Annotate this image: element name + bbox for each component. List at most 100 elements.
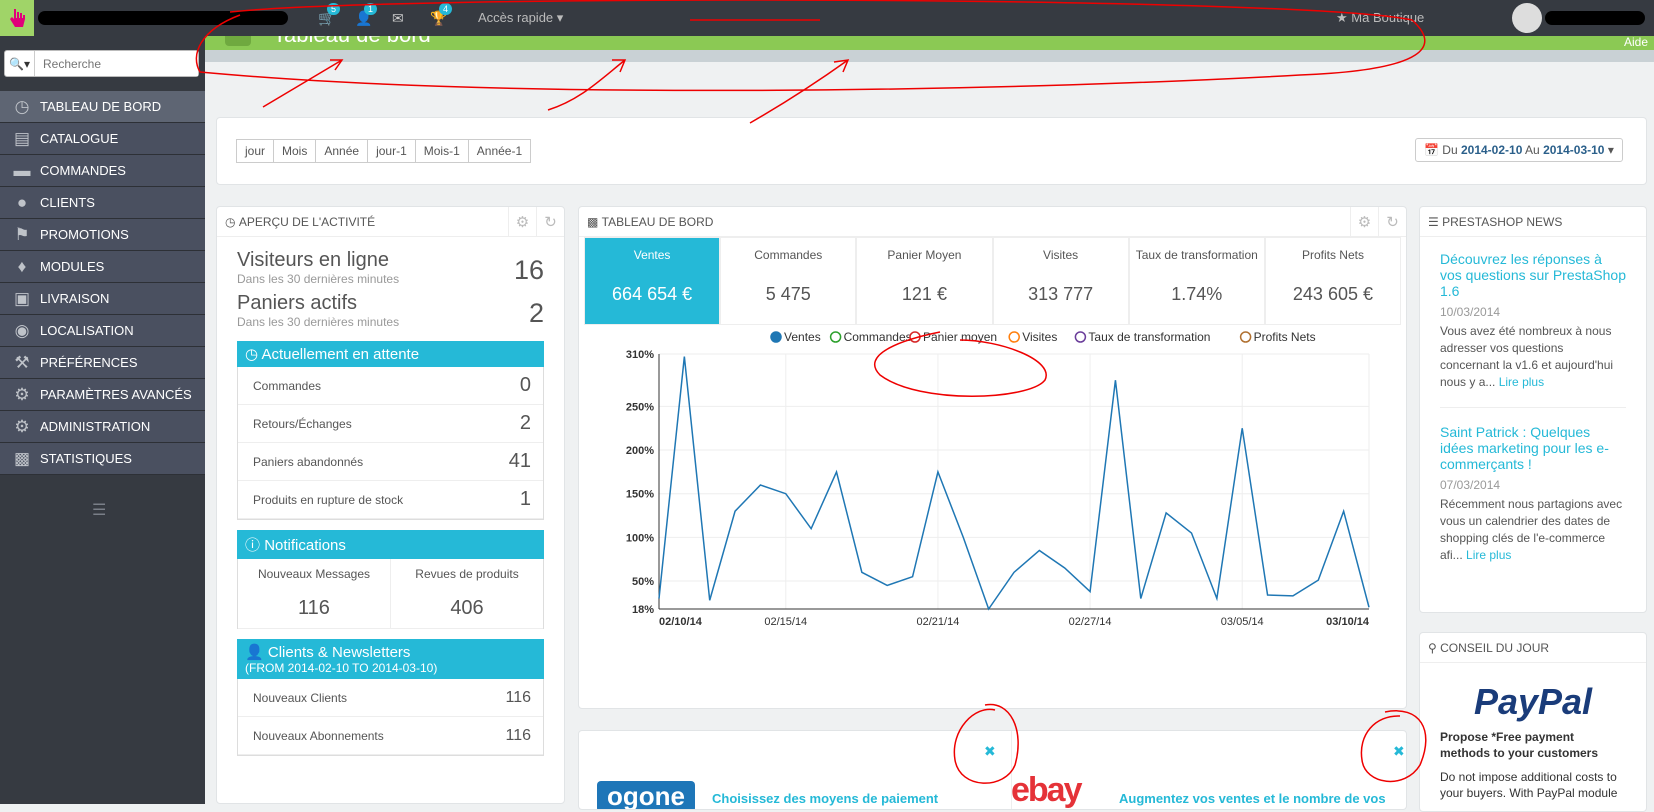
customers-badge: 1: [364, 3, 378, 15]
ogone-logo: ogone: [597, 781, 695, 809]
sidebar-item-catalog[interactable]: ▤ CATALOGUE: [0, 123, 205, 155]
legend-label: Taux de transformation: [1088, 330, 1210, 344]
header-shadow: [205, 50, 1654, 62]
ebay-brand: ebay: [1011, 771, 1082, 809]
activity-title: APERÇU DE L'ACTIVITÉ: [238, 214, 376, 229]
date-to: 2014-03-10: [1543, 143, 1605, 157]
date-from-label: Du: [1442, 143, 1458, 157]
dashboard-panel-header: ▩ TABLEAU DE BORD ⚙ ↻: [579, 207, 1406, 237]
list-item[interactable]: Nouveaux Abonnements 116: [238, 717, 543, 755]
kpi-value: 5 475: [765, 284, 811, 304]
kpi-label: Ventes: [633, 248, 671, 262]
sidebar-item-preferences[interactable]: ⚒ PRÉFÉRENCES: [0, 347, 205, 379]
tip-title: CONSEIL DU JOUR: [1440, 640, 1550, 655]
kpi-average-cart[interactable]: Panier Moyen 121 €: [856, 237, 993, 325]
user-icon[interactable]: 👤 1: [355, 3, 378, 27]
clock-icon: ◷: [225, 214, 239, 229]
search-box: 🔍▾: [4, 50, 199, 77]
date-from: 2014-02-10: [1460, 143, 1523, 157]
gear-icon[interactable]: ⚙: [508, 207, 536, 236]
close-icon[interactable]: ✖: [1393, 743, 1405, 760]
kpi-sales[interactable]: Ventes 664 654 €: [584, 237, 721, 325]
prestashop-logo[interactable]: [0, 0, 34, 36]
range-prev-year-button[interactable]: Année-1: [467, 139, 532, 163]
news-item: Découvrez les réponses à vos questions s…: [1420, 237, 1646, 391]
kpi-net-profit[interactable]: Profits Nets 243 605 €: [1264, 237, 1402, 325]
range-prev-day-button[interactable]: jour-1: [367, 139, 416, 163]
notifications-grid: Nouveaux Messages 116 Revues de produits 4…: [237, 559, 544, 629]
sidebar-item-shipping[interactable]: ▣ LIVRAISON: [0, 283, 205, 315]
news-link[interactable]: Découvrez les réponses à vos questions s…: [1440, 251, 1626, 299]
page-title: Tableau de bord: [273, 36, 431, 48]
range-month-button[interactable]: Mois: [273, 139, 317, 163]
date-picker-button[interactable]: 📅 Du 2014-02-10 Au 2014-03-10 ▾: [1415, 138, 1623, 162]
reviews-value: 406: [450, 597, 484, 619]
list-item[interactable]: Commandes 0: [238, 367, 543, 405]
search-input[interactable]: [35, 51, 198, 76]
refresh-icon[interactable]: ↻: [536, 207, 564, 236]
list-item[interactable]: Produits en rupture de stock 1: [238, 481, 543, 519]
sidebar-item-label: LIVRAISON: [40, 291, 110, 306]
sidebar-item-modules[interactable]: ♦ MODULES: [0, 251, 205, 283]
new-messages[interactable]: Nouveaux Messages 116: [238, 559, 391, 629]
pending-list: Commandes 0 Retours/Échanges 2 Paniers aba…: [237, 367, 544, 520]
bar-chart-icon: ▩: [587, 214, 602, 229]
sidebar-item-label: LOCALISATION: [40, 323, 134, 338]
cart-icon[interactable]: 🛒 5: [318, 3, 341, 27]
read-more-link[interactable]: Lire plus: [1499, 375, 1544, 389]
sidebar-item-customers[interactable]: ● CLIENTS: [0, 187, 205, 219]
product-reviews[interactable]: Revues de produits 406: [391, 559, 543, 629]
news-item: Saint Patrick : Quelques idées marketing…: [1420, 408, 1646, 564]
list-item[interactable]: Paniers abandonnés 41: [238, 443, 543, 481]
pending-label: Paniers abandonnés: [253, 454, 364, 469]
quick-access-menu[interactable]: Accès rapide ▾: [478, 10, 563, 26]
list-item[interactable]: Nouveaux Clients 116: [238, 679, 543, 717]
kpi-value: 313 777: [1028, 284, 1094, 304]
close-icon[interactable]: ✖: [984, 743, 996, 760]
sidebar-item-administration[interactable]: ⚙ ADMINISTRATION: [0, 411, 205, 443]
tip-panel: ⚲ CONSEIL DU JOUR PayPal Propose *Free p…: [1419, 632, 1647, 812]
list-item[interactable]: Retours/Échanges 2: [238, 405, 543, 443]
collapse-menu-icon[interactable]: ☰: [92, 500, 106, 520]
refresh-icon[interactable]: ↻: [1378, 207, 1406, 236]
clock-icon: ◷: [245, 346, 259, 363]
x-tick-label: 02/15/14: [764, 616, 807, 628]
paypal-logo: PayPal: [1473, 681, 1593, 722]
redacted-username: [1545, 11, 1645, 25]
sidebar-item-label: PRÉFÉRENCES: [40, 355, 138, 370]
search-icon[interactable]: 🔍▾: [5, 51, 35, 76]
clients-list: Nouveaux Clients 116 Nouveaux Abonnements…: [237, 679, 544, 756]
read-more-link[interactable]: Lire plus: [1466, 548, 1511, 562]
news-link[interactable]: Saint Patrick : Quelques idées marketing…: [1440, 424, 1626, 472]
kpi-orders[interactable]: Commandes 5 475: [720, 237, 857, 325]
help-link[interactable]: Aide: [1624, 36, 1648, 49]
sidebar-item-orders[interactable]: ▬ COMMANDES: [0, 155, 205, 187]
sidebar-item-advanced-params[interactable]: ⚙ PARAMÈTRES AVANCÉS: [0, 379, 205, 411]
range-day-button[interactable]: jour: [236, 139, 275, 163]
trophy-icon[interactable]: 🏆 4: [430, 3, 453, 27]
sidebar-item-dashboard[interactable]: ◷ TABLEAU DE BORD: [0, 91, 205, 123]
range-prev-month-button[interactable]: Mois-1: [414, 139, 469, 163]
hand-icon: [10, 9, 25, 27]
kpi-visits[interactable]: Visites 313 777: [992, 237, 1129, 325]
legend-marker: [770, 331, 782, 343]
y-tick-label: 18%: [632, 604, 654, 616]
sidebar-item-label: PARAMÈTRES AVANCÉS: [40, 387, 192, 402]
envelope-icon[interactable]: ✉: [392, 10, 404, 27]
clients-range: (FROM 2014-02-10 TO 2014-03-10): [245, 661, 438, 675]
kpi-conversion[interactable]: Taux de transformation 1.74%: [1128, 237, 1265, 325]
y-tick-label: 150%: [626, 489, 654, 501]
sidebar-item-stats[interactable]: ▩ STATISTIQUES: [0, 443, 205, 475]
news-panel-header: ☰ PRESTASHOP NEWS: [1420, 207, 1646, 237]
carts-sub: Dans les 30 dernières minutes: [237, 315, 400, 329]
sidebar-item-promotions[interactable]: ⚑ PROMOTIONS: [0, 219, 205, 251]
kpi-label: Profits Nets: [1301, 248, 1364, 262]
range-year-button[interactable]: Année: [315, 139, 369, 163]
annotation-arrow: [749, 59, 850, 124]
sidebar-item-localization[interactable]: ◉ LOCALISATION: [0, 315, 205, 347]
gear-icon[interactable]: ⚙: [1350, 207, 1378, 236]
avatar[interactable]: [1512, 3, 1542, 33]
sidebar-nav: ◷ TABLEAU DE BORD ▤ CATALOGUE ▬ COMMANDES ●…: [0, 91, 205, 475]
news-panel: ☰ PRESTASHOP NEWS Découvrez les réponses…: [1419, 206, 1647, 613]
my-shop-link[interactable]: ★ Ma Boutique: [1336, 10, 1424, 26]
